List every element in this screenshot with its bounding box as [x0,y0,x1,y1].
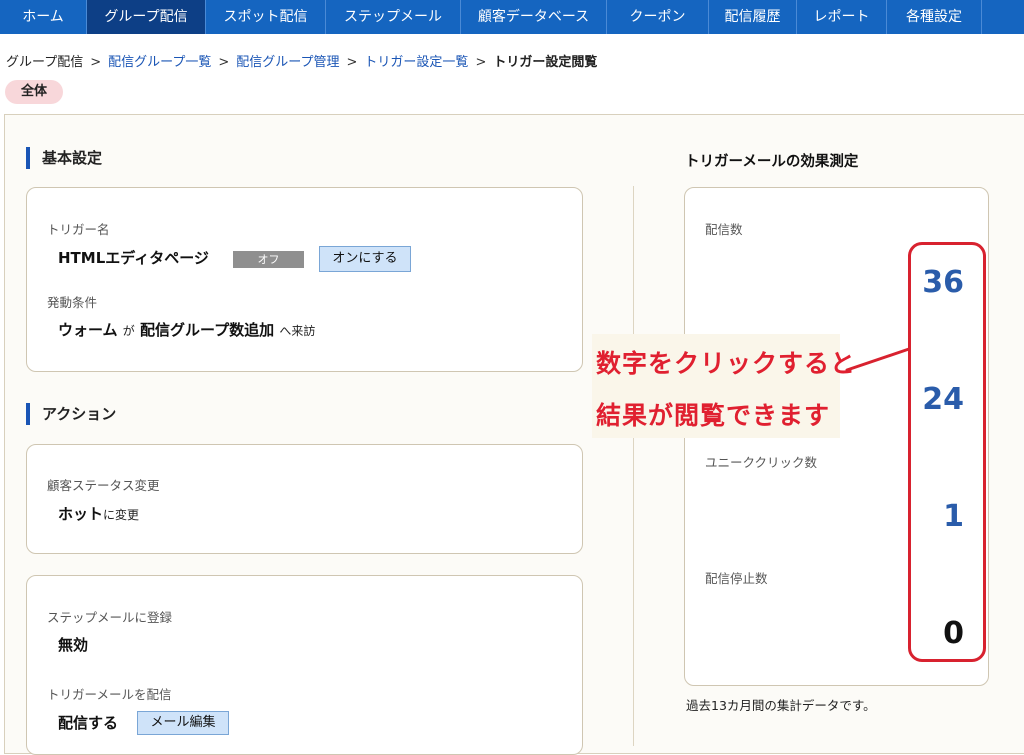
action-title: アクション [26,403,116,425]
breadcrumb-current: トリガー設定閲覧 [493,55,598,70]
condition-value: ウォーム が 配信グループ数追加 へ来訪 [58,319,315,340]
breadcrumb-separator: > [475,55,487,70]
breadcrumb-link[interactable]: トリガー設定一覧 [364,55,468,70]
mail-edit-button[interactable]: メール編集 [137,711,229,735]
condition-subject: ウォーム [58,321,118,339]
column-divider [633,186,634,746]
trigger-name-label: トリガー名 [47,222,110,237]
breadcrumb-link[interactable]: 配信グループ管理 [236,55,339,70]
nav-item-coupon[interactable]: クーポン [607,0,709,34]
breadcrumb-link[interactable]: 配信グループ一覧 [108,55,211,70]
status-change-label: 顧客ステータス変更 [47,478,160,493]
nav-item-settings[interactable]: 各種設定 [887,0,982,34]
top-nav: ホーム グループ配信 スポット配信 ステップメール 顧客データベース クーポン … [0,0,1024,34]
unique-click-label: ユニーククリック数 [705,455,818,470]
callout-pointer-icon [845,347,911,372]
status-badge: オフ [233,251,304,268]
highlight-frame [908,242,986,662]
nav-item-spot-delivery[interactable]: スポット配信 [206,0,326,34]
step-mail-value: 無効 [58,636,89,654]
metrics-footnote: 過去13カ月間の集計データです。 [686,698,876,713]
breadcrumb-separator: > [346,55,358,70]
condition-suffix: へ来訪 [279,324,316,338]
metrics-title: トリガーメールの効果測定 [685,154,859,170]
status-suffix: に変更 [103,508,140,522]
callout-line-2: 結果が閲覧できます [596,401,831,430]
basic-settings-card [26,187,583,372]
condition-particle: が [122,324,135,338]
callout-line-1: 数字をクリックすると [596,349,857,378]
condition-event: 配信グループ数追加 [140,321,275,339]
nav-item-history[interactable]: 配信履歴 [709,0,797,34]
breadcrumb-separator: > [218,55,230,70]
nav-item-report[interactable]: レポート [797,0,887,34]
nav-item-home[interactable]: ホーム [0,0,87,34]
unsubscribe-label: 配信停止数 [705,571,768,586]
scope-pill: 全体 [5,80,63,104]
status-value: ホット [58,505,104,523]
send-trigger-label: トリガーメールを配信 [47,687,172,702]
basic-settings-title: 基本設定 [26,147,102,169]
breadcrumb-separator: > [90,55,102,70]
nav-item-customer-db[interactable]: 顧客データベース [461,0,607,34]
condition-label: 発動条件 [47,295,98,310]
nav-item-step-mail[interactable]: ステップメール [326,0,461,34]
status-change-value: ホットに変更 [58,503,139,524]
breadcrumb: グループ配信 > 配信グループ一覧 > 配信グループ管理 > トリガー設定一覧 > トリガー設定… [6,51,597,70]
sent-count-label: 配信数 [705,222,743,237]
status-change-card [26,444,583,554]
send-trigger-value: 配信する [58,714,119,732]
trigger-name-value: HTMLエディタページ [58,249,209,267]
nav-item-group-delivery[interactable]: グループ配信 [87,0,206,34]
breadcrumb-item[interactable]: グループ配信 [6,55,83,70]
step-mail-label: ステップメールに登録 [47,610,173,625]
turn-on-button[interactable]: オンにする [319,246,411,272]
